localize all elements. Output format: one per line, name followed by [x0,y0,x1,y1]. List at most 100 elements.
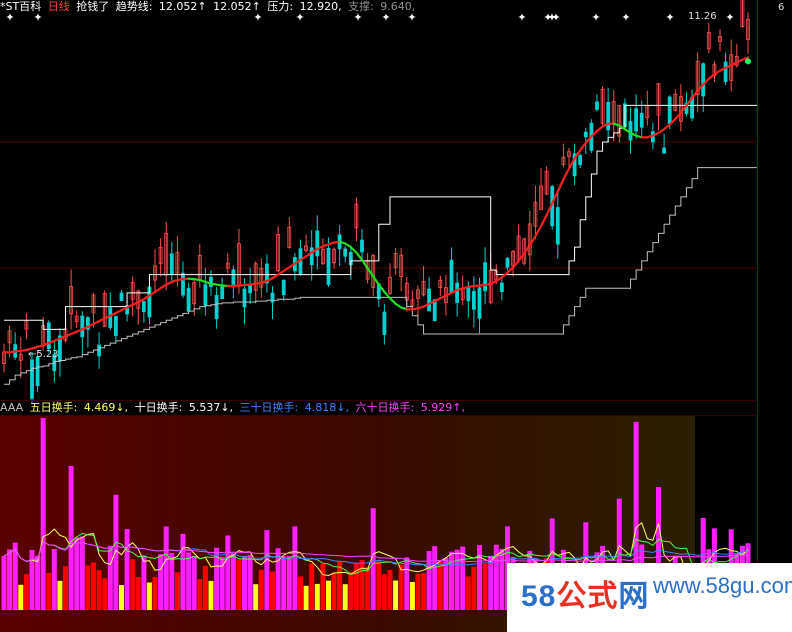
volume-bar [1,556,7,610]
candle-body [499,282,504,293]
volume-bar [398,564,404,610]
volume-bar [158,554,164,610]
volume-bar [169,553,175,610]
volume-bar [348,572,354,610]
candle-body [555,207,560,245]
trend-value: 12.052↑ [158,0,207,13]
candle-body [114,316,118,336]
volume-bar [376,560,382,610]
ma30-label: 三十日换手: [239,401,299,414]
candle-body [471,291,476,310]
volume-bar [460,546,466,610]
volume-bar [477,545,482,610]
volume-bar [331,573,337,610]
candle-body [231,269,236,288]
volume-bar [298,576,303,610]
trend-segment [674,111,683,121]
volume-bar [7,549,13,610]
indicator-name[interactable]: AAA [0,401,23,414]
signal-marker: ✦ [725,11,734,24]
volume-bar [197,579,203,610]
volume-bar [113,494,119,610]
trend-segment [556,178,565,193]
trend-segment [517,252,526,262]
volume-bar [102,578,108,610]
volume-bar [91,562,96,610]
candle-body [360,239,364,253]
volume-bar [437,561,443,610]
candle-body [455,282,460,303]
trend-segment [349,246,358,254]
candle-body [628,121,633,141]
volume-bar [202,566,208,610]
right-scale-panel: 6 [757,0,792,632]
volume-bar [180,533,186,610]
volume-bar [146,582,152,610]
candle-body [30,359,34,399]
volume-bar [57,580,63,610]
trend-end-dot [745,58,751,65]
candles [2,0,750,403]
ma60-label: 六十日换手: [355,401,415,414]
candle-body [583,131,588,138]
volume-bar [236,559,242,610]
candle-body [483,262,488,292]
indicator-header: AAA 五日换手: 4.469↓, 十日换手: 5.537↓, 三十日换手: 4… [0,401,468,415]
trend-line [2,56,751,354]
volume-bar [292,526,298,610]
candle-body [667,96,672,124]
volume-bar [85,565,91,610]
volume-bar [186,552,192,610]
volume-bar [18,584,24,610]
low-price-marker: ←5.23 [28,349,59,360]
ma60-value: 5.929↑, [420,401,465,414]
candle-body [432,299,437,322]
volume-bar [465,576,471,610]
candle-body [281,279,286,296]
watermark-url: www.58gu.com [653,573,792,598]
volume-bar [449,551,454,610]
volume-bar [426,551,432,610]
volume-bar [35,555,41,610]
volume-bar [247,554,253,610]
candle-body [203,284,208,306]
volume-bar [409,582,415,610]
volume-bar [163,526,169,610]
volume-bar [191,556,197,610]
ma30-value: 4.818↓, [304,401,349,414]
support-value: 9.640, [380,0,416,13]
candle-body [46,322,51,349]
candle-body [606,102,611,131]
trend-segment [366,267,375,278]
trend-segment [562,167,571,181]
volume-bar [281,556,287,610]
volume-bar [404,557,410,610]
volume-bar [314,583,320,610]
volume-bar [342,584,348,610]
trend-segment [539,214,548,228]
volume-bar [40,418,46,610]
watermark-gs: 公式 [556,580,619,613]
volume-bar [130,559,136,610]
candle-body [639,113,644,128]
panel-separator [0,415,757,416]
pressure-label: 压力: [267,0,294,13]
volume-bar [471,566,477,610]
pressure-line [4,86,792,330]
candle-body [595,101,599,110]
watermark-58: 58 [521,580,557,613]
volume-bar [286,556,292,610]
candle-body [181,272,185,296]
volume-bar [230,553,236,610]
volume-bar [258,569,264,610]
volume-bar [359,559,365,610]
period[interactable]: 日线 [48,0,70,13]
volume-bar [320,563,326,610]
stock-name[interactable]: *ST百科 [0,0,41,13]
volume-bar [309,563,315,610]
volume-bar [253,584,259,610]
candle-body [169,253,174,275]
candle-body [80,315,85,338]
ma10-value: 5.537↓, [188,401,234,414]
support-line [4,167,792,385]
